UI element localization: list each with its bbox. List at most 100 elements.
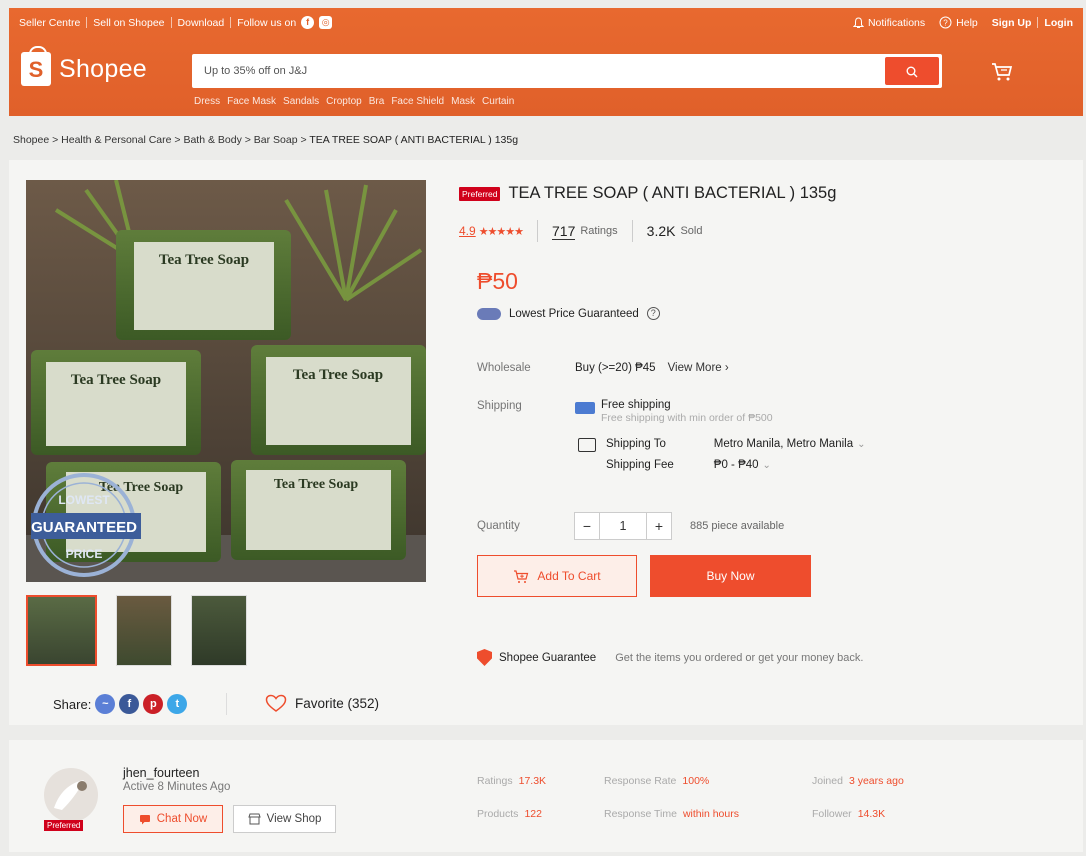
seller-stat-response-rate: Response Rate 100% bbox=[604, 775, 710, 787]
product-main-image[interactable]: Tea Tree Soap Tea Tree Soap Tea Tree Soa… bbox=[26, 180, 426, 582]
breadcrumb-link[interactable]: Health & Personal Care bbox=[61, 134, 171, 146]
seller-card bbox=[9, 740, 1083, 852]
seller-centre-link[interactable]: Seller Centre bbox=[19, 17, 80, 29]
divider bbox=[226, 693, 227, 715]
hint-link[interactable]: Sandals bbox=[283, 96, 319, 107]
header: Seller Centre Sell on Shopee Download Fo… bbox=[9, 8, 1083, 116]
shipping-fee-value: ₱0 - ₱40 bbox=[713, 459, 759, 471]
increase-button[interactable]: + bbox=[646, 512, 672, 540]
soap-bar: Tea Tree Soap bbox=[231, 460, 406, 560]
twitter-icon[interactable]: t bbox=[167, 694, 188, 714]
hint-link[interactable]: Curtain bbox=[482, 96, 514, 107]
hint-link[interactable]: Face Mask bbox=[227, 96, 276, 107]
soap-photo: Tea Tree Soap Tea Tree Soap Tea Tree Soa… bbox=[26, 180, 426, 582]
share-row: Share: ~ f p t bbox=[53, 694, 188, 714]
chevron-right-icon: › bbox=[724, 362, 729, 374]
thumbnail-strip bbox=[26, 595, 247, 666]
ratings-count[interactable]: 717 bbox=[552, 223, 576, 240]
free-shipping-truck-icon bbox=[575, 402, 595, 414]
seller-stat-joined: Joined 3 years ago bbox=[812, 775, 904, 787]
search-input[interactable]: Up to 35% off on J&J bbox=[204, 65, 307, 77]
shopee-guarantee[interactable]: Shopee Guarantee Get the items you order… bbox=[477, 649, 863, 666]
breadcrumb-current: TEA TREE SOAP ( ANTI BACTERIAL ) 135g bbox=[309, 134, 519, 146]
svg-text:Tea Tree Soap: Tea Tree Soap bbox=[274, 477, 358, 492]
search-button[interactable] bbox=[885, 57, 939, 85]
breadcrumb-link[interactable]: Shopee bbox=[13, 134, 49, 146]
sold-count: 3.2K bbox=[646, 223, 676, 239]
hint-link[interactable]: Bra bbox=[369, 96, 385, 107]
free-shipping-title: Free shipping bbox=[601, 399, 671, 411]
shipping-fee-dropdown[interactable]: ₱0 - ₱40 ⌄ bbox=[714, 459, 866, 471]
cart-icon[interactable] bbox=[990, 60, 1014, 84]
seller-name[interactable]: jhen_fourteen bbox=[123, 766, 199, 780]
svg-text:Tea Tree Soap: Tea Tree Soap bbox=[159, 252, 249, 268]
wholesale-label: Wholesale bbox=[477, 362, 531, 374]
thumbnail[interactable] bbox=[191, 595, 247, 666]
ratings-label: Ratings bbox=[580, 225, 618, 237]
svg-text:GUARANTEED: GUARANTEED bbox=[31, 519, 137, 536]
rating-stars: ★★★★★ bbox=[478, 225, 524, 238]
search-bar[interactable]: Up to 35% off on J&J bbox=[192, 54, 942, 88]
preferred-badge: Preferred bbox=[459, 186, 501, 201]
hint-link[interactable]: Croptop bbox=[326, 96, 362, 107]
guarantee-title: Shopee Guarantee bbox=[499, 651, 597, 664]
soap-bar: Tea Tree Soap bbox=[251, 345, 426, 455]
thumbnail[interactable] bbox=[116, 595, 172, 666]
favorite-button[interactable]: Favorite (352) bbox=[265, 694, 379, 713]
help-link[interactable]: ? Help bbox=[939, 16, 978, 29]
brand-name: Shopee bbox=[59, 54, 147, 83]
shopee-bag-icon: S bbox=[21, 46, 51, 86]
view-more-link[interactable]: View More › bbox=[668, 362, 729, 374]
pinterest-icon[interactable]: p bbox=[143, 694, 164, 714]
view-shop-button[interactable]: View Shop bbox=[233, 805, 336, 833]
shield-icon bbox=[477, 649, 492, 666]
preferred-badge: Preferred bbox=[44, 820, 84, 831]
seller-avatar[interactable] bbox=[44, 768, 98, 822]
help-icon: ? bbox=[939, 16, 952, 29]
thumbnail[interactable] bbox=[26, 595, 97, 666]
sign-up-link[interactable]: Sign Up bbox=[992, 17, 1032, 29]
shipping-to-label: Shipping To bbox=[606, 438, 666, 450]
svg-text:Tea Tree Soap: Tea Tree Soap bbox=[71, 372, 161, 388]
login-link[interactable]: Login bbox=[1044, 17, 1073, 29]
follow-us-label: Follow us on bbox=[237, 16, 297, 29]
seller-stat-response-time: Response Time within hours bbox=[604, 808, 739, 820]
buy-now-button[interactable]: Buy Now bbox=[650, 555, 811, 597]
product-title-row: Preferred TEA TREE SOAP ( ANTI BACTERIAL… bbox=[459, 184, 836, 203]
lowest-price-guaranteed: Lowest Price Guaranteed ? bbox=[477, 307, 660, 320]
messenger-icon[interactable]: ~ bbox=[95, 694, 116, 714]
help-icon[interactable]: ? bbox=[646, 307, 660, 320]
guarantee-text: Get the items you ordered or get your mo… bbox=[615, 651, 864, 664]
chat-now-button[interactable]: Chat Now bbox=[123, 805, 223, 833]
hint-link[interactable]: Mask bbox=[451, 96, 475, 107]
decrease-button[interactable]: − bbox=[574, 512, 600, 540]
rating-row: 4.9 ★★★★★ 717 Ratings 3.2K Sold bbox=[459, 220, 703, 242]
product-title: TEA TREE SOAP ( ANTI BACTERIAL ) 135g bbox=[508, 184, 837, 202]
svg-text:Tea Tree Soap: Tea Tree Soap bbox=[293, 367, 383, 383]
sold-label: Sold bbox=[680, 225, 703, 237]
add-to-cart-button[interactable]: Add To Cart bbox=[477, 555, 637, 597]
notifications-link[interactable]: Notifications bbox=[852, 16, 925, 29]
svg-text:LOWEST: LOWEST bbox=[58, 493, 110, 507]
breadcrumb-link[interactable]: Bar Soap bbox=[254, 134, 298, 146]
facebook-icon[interactable]: f bbox=[301, 16, 315, 29]
top-bar: Seller Centre Sell on Shopee Download Fo… bbox=[19, 16, 1073, 34]
breadcrumb-link[interactable]: Bath & Body bbox=[183, 134, 241, 146]
shipping-to-dropdown[interactable]: Metro Manila, Metro Manila ⌄ bbox=[714, 438, 866, 450]
quantity-input[interactable]: 1 bbox=[600, 512, 646, 540]
download-link[interactable]: Download bbox=[178, 17, 225, 29]
price: ₱50 bbox=[477, 268, 518, 294]
sell-on-shopee-link[interactable]: Sell on Shopee bbox=[93, 17, 164, 29]
heart-icon bbox=[265, 694, 287, 712]
facebook-icon[interactable]: f bbox=[119, 694, 140, 714]
instagram-icon[interactable]: ◎ bbox=[319, 16, 333, 29]
chat-icon bbox=[139, 814, 150, 824]
cart-plus-icon bbox=[514, 569, 529, 583]
hint-link[interactable]: Face Shield bbox=[391, 96, 444, 107]
search-icon bbox=[906, 66, 918, 78]
bell-icon bbox=[852, 16, 864, 28]
shopee-logo[interactable]: S Shopee bbox=[21, 46, 147, 86]
seller-stat-followers: Follower 14.3K bbox=[812, 808, 886, 820]
hint-link[interactable]: Dress bbox=[194, 96, 220, 107]
rating-value[interactable]: 4.9 bbox=[459, 224, 476, 238]
